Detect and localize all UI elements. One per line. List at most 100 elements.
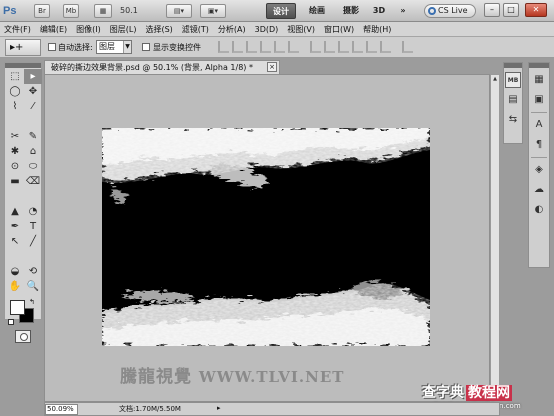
menu-help[interactable]: 帮助(H) — [363, 24, 391, 35]
history-brush-tool-icon[interactable]: ⌂ — [24, 144, 42, 159]
menu-image[interactable]: 图像(I) — [76, 24, 101, 35]
dock-grip[interactable] — [529, 63, 549, 68]
align-vcenter-icon[interactable] — [232, 41, 243, 53]
photoshop-logo: Ps — [3, 5, 17, 17]
align-right-icon[interactable] — [288, 41, 299, 53]
menu-layer[interactable]: 图层(L) — [110, 24, 137, 35]
zoom-level-field[interactable]: 50.1 — [120, 4, 158, 18]
distribute-top-icon[interactable] — [310, 41, 321, 53]
close-icon[interactable]: × — [267, 62, 277, 72]
align-hcenter-icon[interactable] — [274, 41, 285, 53]
brush-tool-icon[interactable]: ✎ — [24, 129, 42, 144]
swap-colors-icon[interactable]: ↰ — [29, 298, 35, 306]
swatches-panel-icon[interactable]: ▣ — [531, 92, 547, 108]
quick-mask-icon[interactable] — [15, 330, 31, 343]
character-panel-icon[interactable]: A — [531, 117, 547, 133]
menu-filter[interactable]: 滤镜(T) — [182, 24, 209, 35]
quick-selection-tool-icon[interactable]: ✥ — [24, 84, 42, 99]
distribute-vcenter-icon[interactable] — [324, 41, 335, 53]
minimize-button[interactable]: – — [484, 3, 500, 17]
workspace-painting[interactable]: 绘画 — [302, 3, 332, 19]
clone-stamp-tool-icon[interactable]: ✱ — [6, 144, 24, 159]
sponge-tool-icon[interactable]: ◔ — [24, 204, 42, 219]
eyedropper-tool-icon[interactable]: ⁄ — [24, 99, 42, 114]
gradient-tool-icon[interactable]: ⬭ — [24, 159, 42, 174]
lasso-tool-icon[interactable]: ◯ — [6, 84, 24, 99]
arrange-documents-button[interactable]: ▤▾ — [166, 4, 192, 18]
blur-drop-tool-icon[interactable]: ▲ — [6, 204, 24, 219]
distribute-hcenter-icon[interactable] — [366, 41, 377, 53]
move-tool-icon[interactable]: ▸ — [24, 69, 42, 84]
auto-align-icon[interactable] — [402, 41, 413, 53]
vertical-scrollbar[interactable]: ▲ ▼ — [490, 74, 500, 402]
actions-panel-icon[interactable]: ⇆ — [505, 112, 521, 128]
show-transform-label: 显示变换控件 — [153, 43, 201, 52]
auto-select-label: 自动选择: — [58, 43, 93, 52]
path-selection-tool-icon[interactable]: ↖ — [6, 234, 24, 249]
3d-orbit-tool-icon[interactable]: ⟲ — [24, 264, 42, 279]
maximize-button[interactable]: □ — [503, 3, 519, 17]
channels-panel-icon[interactable]: ☁ — [531, 182, 547, 198]
marquee-tool-icon[interactable]: ⬚ — [6, 69, 24, 84]
align-top-icon[interactable] — [218, 41, 229, 53]
workspace-3d[interactable]: 3D — [368, 3, 390, 19]
more-workspaces-button[interactable]: » — [394, 3, 412, 19]
default-colors-icon[interactable] — [8, 319, 14, 325]
show-transform-checkbox[interactable] — [142, 43, 150, 51]
tool-preset-picker[interactable]: ▸+ — [5, 39, 41, 56]
pen-tool-icon[interactable]: ✒ — [6, 219, 24, 234]
document-tab[interactable]: 破碎的撕边效果背景.psd @ 50.1% (背景, Alpha 1/8) * … — [44, 60, 280, 74]
foreground-color-swatch[interactable] — [10, 300, 25, 315]
type-tool-icon[interactable]: T — [24, 219, 42, 234]
3d-rotate-tool-icon[interactable]: ◒ — [6, 264, 24, 279]
menu-analysis[interactable]: 分析(A) — [218, 24, 246, 35]
color-panel-icon[interactable]: ▦ — [531, 72, 547, 88]
line-tool-icon[interactable]: ╱ — [24, 234, 42, 249]
menu-window[interactable]: 窗口(W) — [324, 24, 354, 35]
healing-brush-tool-icon[interactable]: ✂ — [6, 129, 24, 144]
status-bar: 50.09% 文档:1.70M/5.50M ▸ — [44, 402, 500, 416]
hand-tool-icon[interactable]: ✋ — [6, 279, 24, 294]
bridge-button[interactable]: Br — [34, 4, 50, 18]
workspace-photography[interactable]: 摄影 — [336, 3, 366, 19]
distribute-bottom-icon[interactable] — [338, 41, 349, 53]
workspace-design[interactable]: 设计 — [266, 3, 296, 19]
scroll-up-icon[interactable]: ▲ — [491, 75, 499, 84]
menu-view[interactable]: 视图(V) — [287, 24, 315, 35]
distribute-right-icon[interactable] — [380, 41, 391, 53]
menu-select[interactable]: 选择(S) — [145, 24, 172, 35]
zoom-tool-icon[interactable]: 🔍 — [24, 279, 42, 294]
dodge-tool-icon[interactable]: ⌫ — [24, 174, 42, 189]
crop-tool-icon[interactable]: ⌇ — [6, 99, 24, 114]
auto-select-checkbox[interactable] — [48, 43, 56, 51]
paths-panel-icon[interactable]: ◐ — [531, 202, 547, 218]
watermark-url: WWW.TLVI.NET — [198, 368, 345, 386]
auto-select-dropdown[interactable]: 图层 ▼ — [96, 40, 132, 54]
image-canvas[interactable] — [102, 128, 430, 346]
align-bottom-icon[interactable] — [246, 41, 257, 53]
status-menu-arrow-icon[interactable]: ▸ — [217, 404, 221, 412]
status-zoom-field[interactable]: 50.09% — [45, 404, 78, 415]
dock-grip[interactable] — [504, 63, 522, 68]
align-left-icon[interactable] — [260, 41, 271, 53]
close-button[interactable]: ✕ — [525, 3, 547, 17]
view-extras-button[interactable]: ▦ — [94, 4, 112, 18]
screen-mode-button[interactable]: ▣▾ — [200, 4, 226, 18]
blur-tool-icon[interactable]: ▬ — [6, 174, 24, 189]
mini-bridge-button[interactable]: Mb — [63, 4, 79, 18]
cs-live-button[interactable]: CS Live — [424, 4, 476, 18]
align-distribute-buttons — [218, 41, 416, 53]
torn-cloud-artwork — [102, 128, 430, 346]
menu-edit[interactable]: 编辑(E) — [40, 24, 67, 35]
menu-file[interactable]: 文件(F) — [4, 24, 31, 35]
watermark-chinese: 騰龍視覺 — [120, 367, 192, 387]
eraser-tool-icon[interactable]: ⊙ — [6, 159, 24, 174]
paragraph-panel-icon[interactable]: ¶ — [531, 137, 547, 153]
menu-3d[interactable]: 3D(D) — [255, 25, 279, 34]
layers-panel-icon[interactable]: ◈ — [531, 162, 547, 178]
history-panel-icon[interactable]: ▤ — [505, 92, 521, 108]
menu-bar: 文件(F) 编辑(E) 图像(I) 图层(L) 选择(S) 滤镜(T) 分析(A… — [0, 22, 554, 37]
mini-bridge-panel-icon[interactable]: MB — [505, 72, 521, 88]
auto-select-value: 图层 — [99, 42, 115, 51]
distribute-left-icon[interactable] — [352, 41, 363, 53]
